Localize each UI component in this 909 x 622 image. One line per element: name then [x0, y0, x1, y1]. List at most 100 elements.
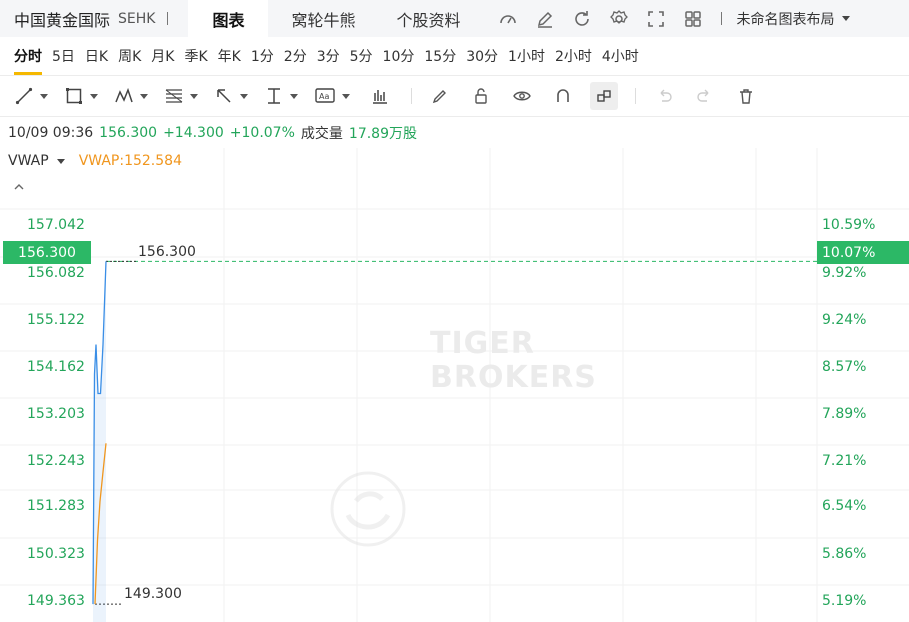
layout-grid-icon[interactable]	[681, 7, 705, 31]
refresh-icon[interactable]	[570, 7, 594, 31]
period-yearly[interactable]: 年K	[218, 37, 241, 75]
fib-tool[interactable]	[164, 82, 198, 110]
right-axis-tick: 6.54%	[822, 498, 867, 514]
volume-label: 成交量	[300, 126, 343, 142]
period-weekly[interactable]: 周K	[118, 37, 141, 75]
quote-info-line: 10/09 09:36 156.300 +14.300 +10.07% 成交量 …	[8, 123, 417, 143]
fullscreen-icon[interactable]	[644, 7, 668, 31]
quote-price: 156.300	[99, 125, 158, 141]
period-monthly[interactable]: 月K	[151, 37, 174, 75]
tab-stock-info[interactable]: 个股资料	[378, 0, 478, 37]
chevron-down-icon	[90, 93, 98, 99]
right-axis-tick: 9.24%	[822, 312, 867, 328]
divider	[411, 88, 412, 104]
fibonacci-icon	[165, 89, 183, 103]
chevron-down-icon	[290, 93, 298, 99]
period-3min[interactable]: 3分	[317, 37, 340, 75]
rect-tool[interactable]	[64, 82, 98, 110]
period-15min[interactable]: 15分	[424, 37, 456, 75]
left-axis-tick: 152.243	[27, 453, 85, 469]
chevron-up-icon[interactable]	[12, 180, 26, 194]
indicator-legend: VWAP VWAP:152.584	[8, 153, 182, 169]
undo-icon	[660, 89, 672, 102]
pattern-tool[interactable]	[114, 82, 148, 110]
edit-icon[interactable]	[533, 7, 557, 31]
right-axis-tick: 5.86%	[822, 546, 867, 562]
chevron-down-icon	[342, 93, 350, 99]
period-5min[interactable]: 5分	[350, 37, 373, 75]
arrow-icon	[217, 89, 231, 103]
magnet-button[interactable]	[549, 82, 577, 110]
period-1h[interactable]: 1小时	[508, 37, 545, 75]
chevron-down-icon	[40, 93, 48, 99]
line-tool[interactable]	[14, 82, 48, 110]
trend-line-icon	[15, 87, 33, 105]
layout-selector[interactable]: 未命名图表布局	[736, 9, 851, 29]
magnet-icon	[557, 89, 569, 102]
gear-icon[interactable]	[607, 7, 631, 31]
period-selector: 分时 5日 日K 周K 月K 季K 年K 1分 2分 3分 5分 10分 15分…	[0, 37, 909, 75]
price-chart[interactable]: TIGER BROKERS 157.042 156.082 155.122 154.1…	[0, 148, 909, 622]
quote-time: 10/09 09:36	[8, 125, 94, 141]
brush-button[interactable]	[426, 82, 454, 110]
high-annotation: 156.300	[138, 244, 196, 260]
undo-button[interactable]	[650, 82, 678, 110]
period-5d[interactable]: 5日	[52, 37, 75, 75]
period-quarterly[interactable]: 季K	[184, 37, 207, 75]
chevron-down-icon[interactable]	[56, 158, 65, 164]
watermark-line2: BROKERS	[430, 360, 597, 395]
left-axis-tick: 154.162	[27, 359, 85, 375]
period-daily[interactable]: 日K	[85, 37, 108, 75]
chevron-down-icon	[842, 16, 851, 21]
link-icon	[597, 90, 611, 102]
tab-chart[interactable]: 图表	[188, 0, 269, 37]
redo-icon	[697, 89, 709, 102]
gauge-icon[interactable]	[496, 7, 520, 31]
period-10min[interactable]: 10分	[383, 37, 415, 75]
current-pct-tag: 10.07%	[817, 241, 909, 264]
right-axis-tick: 5.19%	[822, 593, 867, 609]
bar-chart-icon	[373, 90, 387, 104]
unlock-icon	[475, 88, 487, 104]
exchange-label: SEHK	[118, 10, 156, 27]
redo-button[interactable]	[691, 82, 719, 110]
divider	[167, 12, 169, 25]
left-axis-tick: 155.122	[27, 312, 85, 328]
period-2min[interactable]: 2分	[284, 37, 307, 75]
low-annotation: 149.300	[124, 586, 182, 602]
volume-value: 17.89万股	[348, 126, 417, 142]
visibility-button[interactable]	[508, 82, 536, 110]
text-tool[interactable]: Aa	[314, 82, 350, 110]
period-2h[interactable]: 2小时	[555, 37, 592, 75]
link-button[interactable]	[590, 82, 618, 110]
divider	[721, 12, 723, 25]
left-axis-tick: 156.082	[27, 265, 85, 281]
wave-pattern-icon	[115, 87, 133, 103]
vwap-value: VWAP:152.584	[78, 153, 182, 169]
arrow-tool[interactable]	[214, 82, 248, 110]
indicator-name[interactable]: VWAP	[8, 153, 49, 169]
drawing-toolbar: Aa	[0, 75, 909, 117]
measure-tool[interactable]	[264, 82, 298, 110]
pencil-icon	[432, 90, 446, 104]
indicator-button[interactable]	[366, 82, 394, 110]
right-axis-tick: 9.92%	[822, 265, 867, 281]
chevron-down-icon	[240, 93, 248, 99]
period-1min[interactable]: 1分	[251, 37, 274, 75]
left-axis-tick: 153.203	[27, 406, 85, 422]
left-axis-tick: 149.363	[27, 593, 85, 609]
period-4h[interactable]: 4小时	[602, 37, 639, 75]
chevron-down-icon	[140, 93, 148, 99]
watermark-line1: TIGER	[430, 326, 535, 361]
period-30min[interactable]: 30分	[466, 37, 498, 75]
right-axis-tick: 7.89%	[822, 406, 867, 422]
period-intraday[interactable]: 分时	[14, 37, 42, 75]
eye-icon	[513, 91, 531, 101]
lock-button[interactable]	[467, 82, 495, 110]
left-axis-tick: 150.323	[27, 546, 85, 562]
divider	[635, 88, 636, 104]
delete-button[interactable]	[732, 82, 760, 110]
text-icon: Aa	[315, 88, 335, 103]
current-price-tag: 156.300	[3, 241, 91, 264]
tab-warrants[interactable]: 窝轮牛熊	[268, 0, 378, 37]
